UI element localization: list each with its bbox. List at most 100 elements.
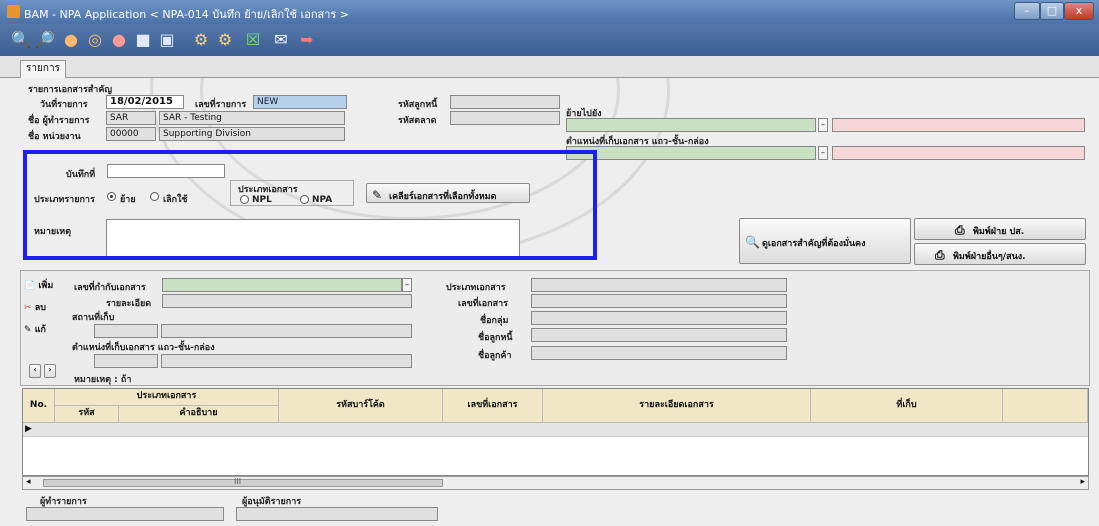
- print-ps-button[interactable]: ⎙ พิมพ์ฝ่าย ปส.: [914, 218, 1086, 240]
- scroll-left-icon[interactable]: ◂: [26, 477, 31, 487]
- ref-field[interactable]: [162, 278, 402, 292]
- storage-field[interactable]: [566, 146, 816, 160]
- position-code-field[interactable]: [94, 354, 158, 368]
- maximize-button[interactable]: □: [1040, 2, 1064, 20]
- col-no[interactable]: No.: [23, 389, 55, 423]
- col-code[interactable]: รหัส: [55, 406, 119, 423]
- place-name-field[interactable]: [161, 324, 412, 338]
- printer-icon: ⎙: [955, 223, 965, 237]
- col-docno[interactable]: เลขที่เอกสาร: [443, 389, 543, 423]
- market-label: รหัสตลาด: [398, 116, 437, 126]
- print-other-button[interactable]: ⎙ พิมพ์ฝ่ายอื่นๆ/สนง.: [914, 243, 1086, 265]
- maker-code-field[interactable]: SAR: [106, 111, 156, 125]
- r-borrower-label: ชื่อลูกค้า: [478, 351, 512, 361]
- dept-name-field[interactable]: Supporting Division: [159, 127, 345, 141]
- grid-row-selected[interactable]: ▶: [23, 423, 1088, 437]
- printer-icon: ⎙: [935, 248, 945, 262]
- add-row-button[interactable]: 📄 เพิ่ม: [24, 278, 53, 292]
- mail-icon[interactable]: ✉: [270, 29, 292, 51]
- app-home-icon: [7, 5, 20, 18]
- row-pointer-icon: ▶: [25, 424, 32, 434]
- r-doctype-label: ประเภทเอกสาร: [446, 283, 506, 293]
- date-field[interactable]: 18/02/2015: [106, 95, 184, 109]
- title-bar: BAM - NPA Application < NPA-014 บันทึก ย…: [0, 0, 1099, 24]
- col-desc[interactable]: คำอธิบาย: [119, 406, 279, 423]
- toolbar: 🔍 🔎 ● ◎ ● ■ ▣ ⚙ ⚙ ☒ ✉ ➥: [0, 24, 1099, 56]
- place-label: สถานที่เก็บ: [72, 313, 115, 323]
- approver-footer-field[interactable]: [236, 507, 438, 521]
- zoom-icon[interactable]: 🔎: [34, 29, 56, 51]
- minimize-button[interactable]: –: [1014, 2, 1040, 20]
- close-button[interactable]: x: [1064, 2, 1094, 20]
- cancel-tools-icon[interactable]: ⚙: [214, 29, 236, 51]
- desc-label: รายละเอียด: [106, 299, 152, 309]
- storage-desc-field[interactable]: [832, 146, 1085, 160]
- move-to-desc-field[interactable]: [832, 118, 1085, 132]
- view-docs-button[interactable]: 🔍 ดูเอกสารสำคัญที่ต้องมั่นคง: [739, 218, 911, 264]
- delete-row-button[interactable]: ✂ ลบ: [24, 300, 46, 314]
- maker-footer-label: ผู้ทำรายการ: [40, 497, 87, 507]
- place-code-field[interactable]: [94, 324, 158, 338]
- r-group-field[interactable]: [531, 311, 787, 325]
- ref-label: เลขที่กำกับเอกสาร: [74, 283, 146, 293]
- docno-label: เลขที่รายการ: [195, 100, 247, 110]
- maker-name-field[interactable]: SAR - Testing: [159, 111, 345, 125]
- maker-footer-field[interactable]: [26, 507, 224, 521]
- edit-icon[interactable]: ◎: [84, 29, 106, 51]
- section-title: รายการเอกสารสำคัญ: [28, 85, 113, 95]
- edit-icon: ✎: [24, 325, 32, 335]
- r-docno-field[interactable]: [531, 294, 787, 308]
- col-docdetail[interactable]: รายละเอียดเอกสาร: [543, 389, 811, 423]
- r-docno-label: เลขที่เอกสาร: [458, 299, 508, 309]
- col-store[interactable]: ที่เก็บ: [811, 389, 1003, 423]
- debtor-label: รหัสลูกหนี้: [398, 100, 438, 110]
- date-label: วันที่รายการ: [40, 100, 88, 110]
- next-button[interactable]: ›: [44, 364, 56, 378]
- r-debtor-label: ชื่อลูกหนี้: [478, 333, 513, 343]
- tab-items[interactable]: รายการ: [20, 60, 66, 78]
- r-debtor-field[interactable]: [531, 328, 787, 342]
- window-title: BAM - NPA Application < NPA-014 บันทึก ย…: [24, 8, 349, 21]
- edit-row-button[interactable]: ✎ แก้: [24, 322, 46, 336]
- add-doc-icon: 📄: [24, 281, 36, 291]
- search-icon: 🔍: [745, 235, 760, 249]
- tools-icon[interactable]: ⚙: [190, 29, 212, 51]
- market-field[interactable]: [450, 111, 560, 125]
- position-label: ตำแหน่งที่เก็บเอกสาร แถว-ชั้น-กล่อง: [72, 343, 215, 353]
- detail-remark-label: หมายเหตุ : ถ้า: [74, 375, 132, 385]
- prev-button[interactable]: ‹: [29, 364, 41, 378]
- search-icon[interactable]: 🔍: [10, 29, 32, 51]
- desc-field[interactable]: [162, 294, 412, 308]
- exit-icon[interactable]: ➥: [296, 29, 318, 51]
- documents-grid[interactable]: No. ประเภทเอกสาร รหัส คำอธิบาย รหัสบาร์โ…: [22, 388, 1089, 476]
- delete-icon: ✂: [24, 303, 32, 313]
- move-to-dropdown-icon[interactable]: –: [818, 118, 828, 132]
- position-name-field[interactable]: [161, 354, 412, 368]
- dept-code-field[interactable]: 00000: [106, 127, 156, 141]
- dept-label: ชื่อ หน่วยงาน: [28, 132, 81, 142]
- debtor-field[interactable]: [450, 95, 560, 109]
- approver-footer-label: ผู้อนุมัติรายการ: [242, 497, 302, 507]
- col-extra[interactable]: [1003, 389, 1088, 423]
- docno-field[interactable]: NEW: [253, 95, 347, 109]
- move-to-field[interactable]: [566, 118, 816, 132]
- save-as-icon[interactable]: ▣: [156, 29, 178, 51]
- ref-dropdown-icon[interactable]: –: [402, 278, 412, 292]
- scroll-right-icon[interactable]: ▸: [1080, 477, 1085, 487]
- scroll-thumb[interactable]: III: [43, 477, 443, 487]
- app-window: BAM - NPA Application < NPA-014 บันทึก ย…: [0, 0, 1099, 526]
- col-doctype[interactable]: ประเภทเอกสาร: [55, 389, 279, 406]
- highlight-box: [23, 150, 597, 260]
- storage-dropdown-icon[interactable]: –: [818, 146, 828, 160]
- excel-icon[interactable]: ☒: [242, 29, 264, 51]
- add-icon[interactable]: ●: [60, 29, 82, 51]
- col-barcode[interactable]: รหัสบาร์โค้ด: [279, 389, 443, 423]
- r-group-label: ชื่อกลุ่ม: [480, 316, 509, 326]
- save-icon[interactable]: ■: [132, 29, 154, 51]
- maker-label: ชื่อ ผู้ทำรายการ: [28, 116, 90, 126]
- delete-icon[interactable]: ●: [108, 29, 130, 51]
- r-doctype-field[interactable]: [531, 278, 787, 292]
- r-borrower-field[interactable]: [531, 346, 787, 360]
- horizontal-scrollbar[interactable]: ◂ III ▸: [22, 476, 1089, 490]
- tab-bar: รายการ: [0, 56, 1099, 78]
